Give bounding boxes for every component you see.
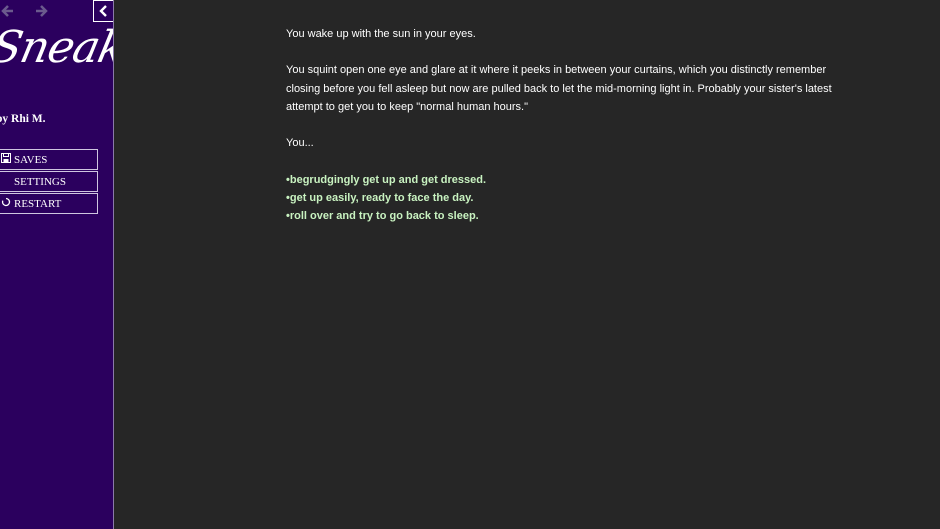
sidebar: Sneaker by Rhi M. SAVES SETTINGS RESTART [0,0,114,529]
passage-paragraph: You wake up with the sun in your eyes. [286,28,476,40]
story-passage: You wake up with the sun in your eyes. Y… [286,25,846,225]
sidebar-menu: SAVES SETTINGS RESTART [0,149,98,215]
settings-button[interactable]: SETTINGS [0,171,98,192]
choice-go-back-to-sleep-link[interactable]: •roll over and try to go back to sleep. [286,207,846,225]
arrow-left-icon [1,5,13,17]
settings-label: SETTINGS [14,175,66,188]
history-forward-button[interactable] [30,0,54,22]
passage-paragraph: You squint open one eye and glare at it … [286,64,832,113]
saves-button[interactable]: SAVES [0,149,98,170]
restart-icon [1,197,12,210]
restart-button[interactable]: RESTART [0,193,98,214]
choice-list: •begrudgingly get up and get dressed. •g… [286,171,846,226]
choice-get-up-easily-link[interactable]: •get up easily, ready to face the day. [286,189,846,207]
restart-label: RESTART [14,197,62,210]
saves-label: SAVES [14,153,48,166]
chevron-left-icon [98,5,107,17]
history-back-button[interactable] [0,0,18,22]
sidebar-toggle-button[interactable] [93,0,113,22]
arrow-right-icon [36,5,48,17]
story-author: by Rhi M. [0,113,46,125]
choice-get-dressed-link[interactable]: •begrudgingly get up and get dressed. [286,171,846,189]
floppy-disk-icon [1,153,12,166]
story-title: Sneaker [0,22,114,73]
passage-paragraph: You... [286,137,314,150]
